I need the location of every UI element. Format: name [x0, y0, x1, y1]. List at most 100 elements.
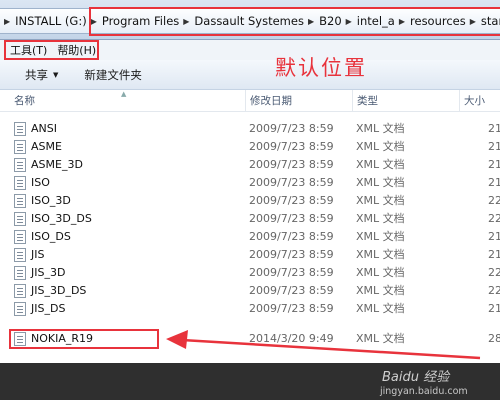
chevron-right-icon: ▶	[183, 16, 190, 26]
file-name: ASME	[31, 140, 62, 153]
file-row[interactable]: ASME_3D 2009/7/23 8:59 XML 文档 21	[0, 156, 500, 174]
file-date: 2009/7/23 8:59	[249, 248, 334, 261]
file-type: XML 文档	[356, 230, 405, 243]
file-date: 2009/7/23 8:59	[249, 122, 334, 135]
file-name: JIS_DS	[31, 302, 66, 315]
file-date: 2009/7/23 8:59	[249, 140, 334, 153]
breadcrumb-label: resources	[410, 14, 466, 28]
file-row[interactable]: JIS_DS 2009/7/23 8:59 XML 文档 21	[0, 300, 500, 318]
file-date: 2009/7/23 8:59	[249, 230, 334, 243]
file-type: XML 文档	[356, 122, 405, 135]
baidu-watermark-url: jingyan.baidu.com	[380, 386, 468, 397]
chevron-right-icon: ▶	[345, 16, 352, 26]
file-row[interactable]: JIS_3D 2009/7/23 8:59 XML 文档 22	[0, 264, 500, 282]
file-date: 2009/7/23 8:59	[249, 194, 334, 207]
breadcrumb-item-b20[interactable]: ▶ B20	[304, 9, 342, 33]
new-folder-button[interactable]: 新建文件夹	[84, 67, 142, 83]
breadcrumb-item-stan[interactable]: ▶ stan	[466, 9, 500, 33]
address-bar: ▶ INSTALL (G:) ▶ Program Files ▶ Dassault S…	[0, 0, 500, 40]
file-size: 21	[488, 248, 500, 261]
arrow-head	[166, 330, 188, 349]
xml-file-icon	[14, 266, 26, 280]
file-name: ISO_3D	[31, 194, 71, 207]
file-type: XML 文档	[356, 212, 405, 225]
baidu-watermark-logo: Baidu 经验	[382, 370, 450, 385]
file-name: NOKIA_R19	[31, 332, 94, 345]
default-location-annotation: 默认位置	[275, 56, 367, 80]
file-date: 2009/7/23 8:59	[249, 158, 334, 171]
command-toolbar: 共享 ▼ 新建文件夹	[0, 60, 500, 90]
file-row[interactable]: ASME 2009/7/23 8:59 XML 文档 21	[0, 138, 500, 156]
file-date: 2009/7/23 8:59	[249, 284, 334, 297]
file-type: XML 文档	[356, 302, 405, 315]
file-size: 21	[488, 158, 500, 171]
file-name: JIS_3D	[31, 266, 66, 279]
xml-file-icon	[14, 158, 26, 172]
xml-file-icon	[14, 122, 26, 136]
breadcrumb-item-drive[interactable]: ▶ INSTALL (G:)	[0, 9, 87, 33]
file-type: XML 文档	[356, 266, 405, 279]
xml-file-icon	[14, 230, 26, 244]
file-row[interactable]: ANSI 2009/7/23 8:59 XML 文档 21	[0, 120, 500, 138]
column-header-size[interactable]: 大小	[459, 90, 485, 112]
file-type: XML 文档	[356, 176, 405, 189]
file-row[interactable]: ISO_DS 2009/7/23 8:59 XML 文档 21	[0, 228, 500, 246]
file-size: 21	[488, 122, 500, 135]
breadcrumb-label: stan	[480, 14, 500, 28]
file-name: ISO_3D_DS	[31, 212, 92, 225]
file-name: ISO	[31, 176, 50, 189]
xml-file-icon	[14, 302, 26, 316]
file-row[interactable]: ISO_3D 2009/7/23 8:59 XML 文档 22	[0, 192, 500, 210]
file-type: XML 文档	[356, 158, 405, 171]
breadcrumb[interactable]: ▶ INSTALL (G:) ▶ Program Files ▶ Dassault S…	[0, 8, 500, 34]
column-header-type[interactable]: 类型	[352, 90, 378, 112]
file-date: 2009/7/23 8:59	[249, 212, 334, 225]
column-header-row: 名称 修改日期 类型 大小	[0, 90, 500, 112]
breadcrumb-item-program-files[interactable]: ▶ Program Files	[87, 9, 180, 33]
breadcrumb-label: INSTALL (G:)	[15, 14, 87, 28]
file-row[interactable]: JIS 2009/7/23 8:59 XML 文档 21	[0, 246, 500, 264]
xml-file-icon	[14, 284, 26, 298]
chevron-right-icon: ▶	[469, 16, 476, 26]
column-header-modified[interactable]: 修改日期	[245, 90, 292, 112]
file-type: XML 文档	[356, 194, 405, 207]
chevron-right-icon: ▶	[4, 16, 11, 26]
file-name: JIS_3D_DS	[31, 284, 87, 297]
file-type: XML 文档	[356, 248, 405, 261]
new-folder-label: 新建文件夹	[84, 67, 142, 82]
xml-file-icon	[14, 212, 26, 226]
breadcrumb-item-dassault[interactable]: ▶ Dassault Systemes	[179, 9, 304, 33]
share-label: 共享	[25, 67, 48, 82]
file-name: ISO_DS	[31, 230, 71, 243]
file-row[interactable]: ISO_3D_DS 2009/7/23 8:59 XML 文档 22	[0, 210, 500, 228]
file-size: 22	[488, 194, 500, 207]
breadcrumb-label: intel_a	[356, 14, 395, 28]
xml-file-icon	[14, 248, 26, 262]
xml-file-icon	[14, 194, 26, 208]
file-row[interactable]: ISO 2009/7/23 8:59 XML 文档 21	[0, 174, 500, 192]
file-name: ASME_3D	[31, 158, 83, 171]
file-date: 2009/7/23 8:59	[249, 176, 334, 189]
breadcrumb-item-resources[interactable]: ▶ resources	[395, 9, 466, 33]
menu-help[interactable]: 帮助(H)	[57, 42, 96, 58]
xml-file-icon	[14, 176, 26, 190]
file-size: 21	[488, 140, 500, 153]
breadcrumb-label: B20	[319, 14, 342, 28]
file-size: 21	[488, 176, 500, 189]
xml-file-icon	[14, 332, 26, 346]
file-type: XML 文档	[356, 284, 405, 297]
file-date: 2009/7/23 8:59	[249, 302, 334, 315]
file-size: 22	[488, 266, 500, 279]
chevron-right-icon: ▶	[90, 16, 97, 26]
chevron-down-icon: ▼	[53, 70, 59, 79]
breadcrumb-item-intel-a[interactable]: ▶ intel_a	[342, 9, 395, 33]
share-button[interactable]: 共享 ▼	[25, 67, 58, 83]
file-row[interactable]: JIS_3D_DS 2009/7/23 8:59 XML 文档 22	[0, 282, 500, 300]
file-type: XML 文档	[356, 140, 405, 153]
file-size: 21	[488, 302, 500, 315]
chevron-right-icon: ▶	[398, 16, 406, 26]
xml-file-icon	[14, 140, 26, 154]
menu-tools[interactable]: 工具(T)	[10, 42, 47, 58]
file-size: 22	[488, 284, 500, 297]
column-header-name[interactable]: 名称	[10, 90, 35, 112]
